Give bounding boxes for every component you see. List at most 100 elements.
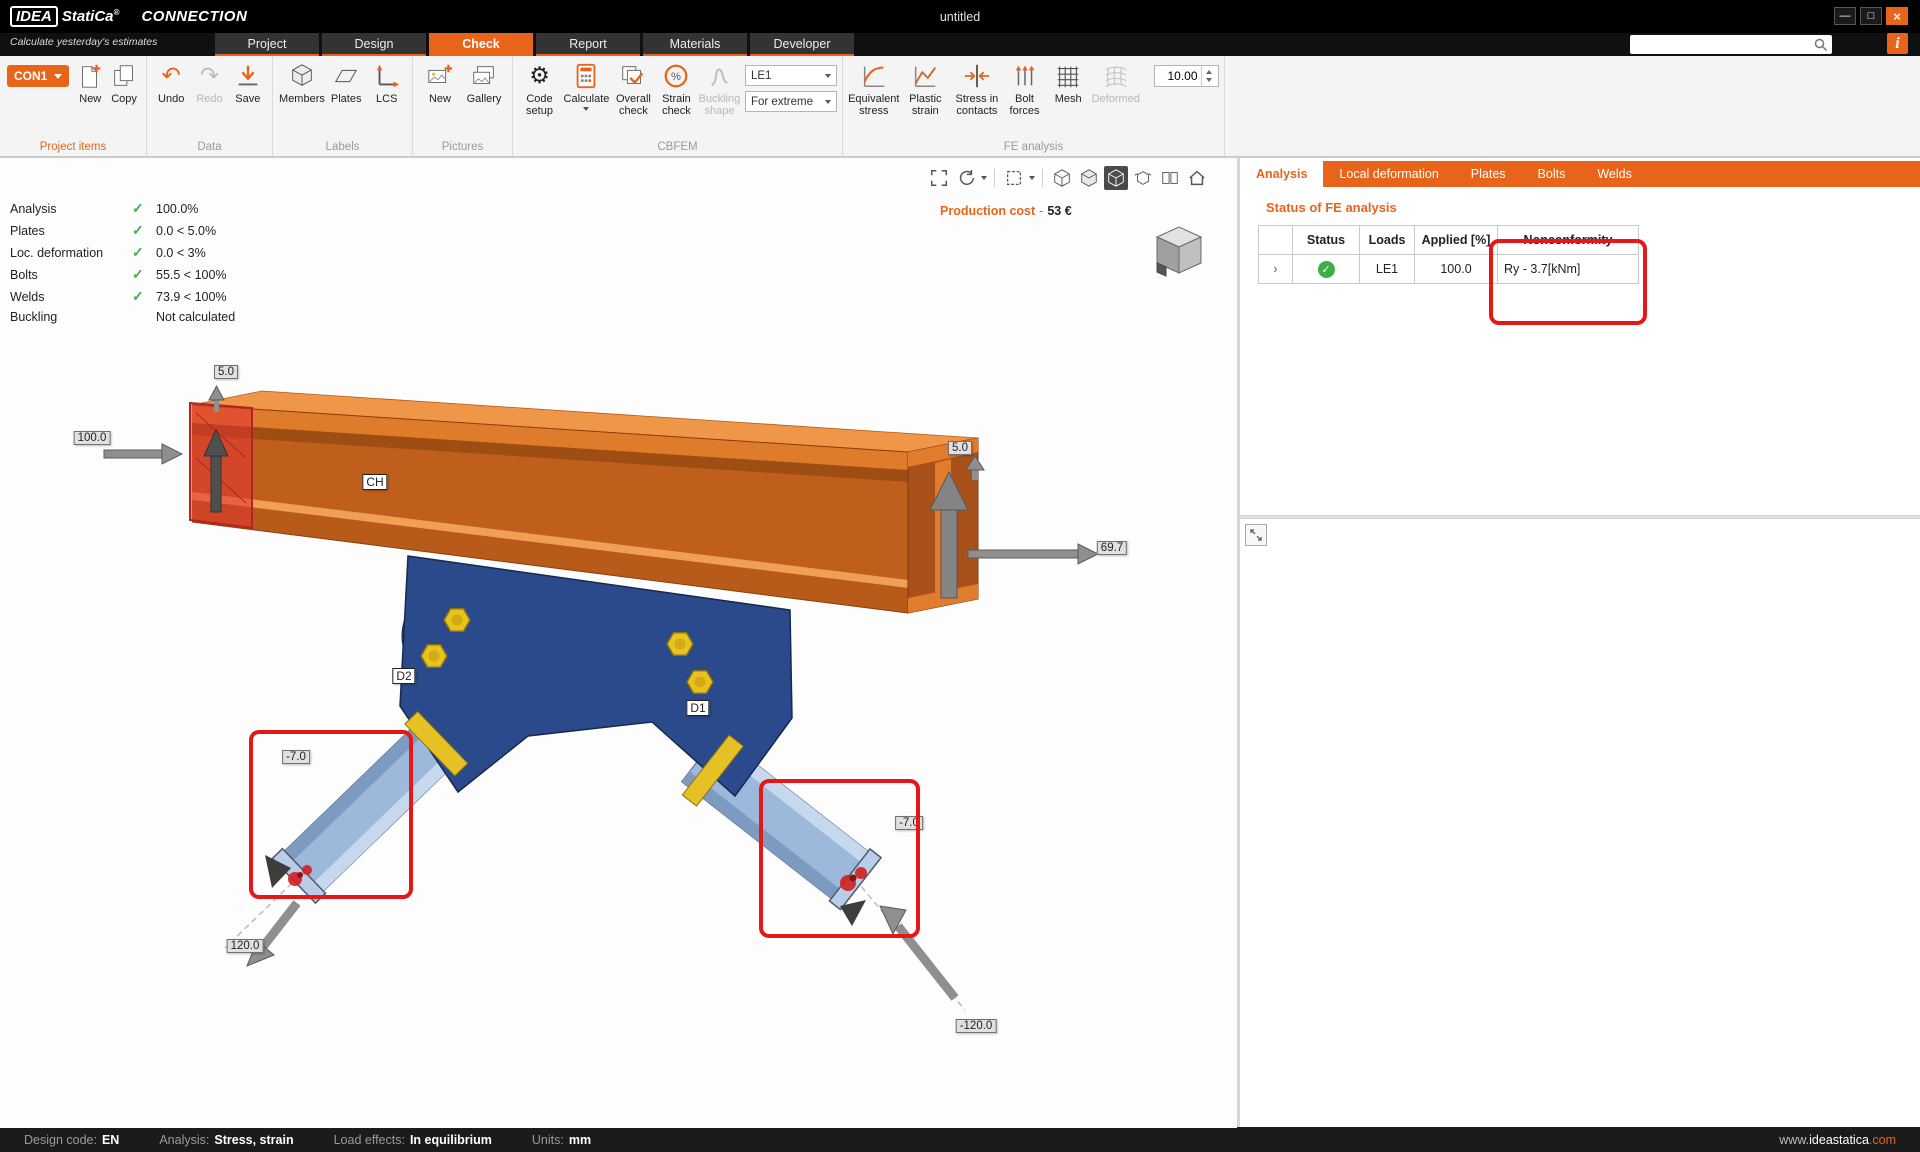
extreme-select[interactable]: For extreme: [745, 91, 837, 112]
load-label: 120.0: [227, 939, 264, 953]
deformed-scale-spinner[interactable]: [1154, 65, 1219, 87]
undo-button[interactable]: ↶ Undo: [152, 56, 190, 105]
toolbar-separator: [1042, 169, 1043, 187]
panel-tab-analysis[interactable]: Analysis: [1240, 161, 1323, 187]
beam-member-ch[interactable]: [192, 391, 978, 613]
new-item-icon: [76, 61, 104, 91]
spinner-arrows[interactable]: [1201, 66, 1216, 86]
tab-design[interactable]: Design: [322, 33, 426, 56]
strain-check-button[interactable]: % Strain check: [655, 56, 698, 117]
check-summary: Analysis✓100.0% Plates✓0.0 < 5.0% Loc. d…: [10, 200, 235, 324]
spin-up-icon[interactable]: [1206, 70, 1212, 74]
unfold-view-icon[interactable]: [1131, 166, 1155, 190]
overall-check-button[interactable]: Overall check: [612, 56, 655, 117]
expander-header: [1259, 226, 1293, 255]
code-setup-button[interactable]: ⚙ Code setup: [518, 56, 561, 117]
search-input[interactable]: [1630, 39, 1813, 51]
home-view-icon[interactable]: [1185, 166, 1209, 190]
design-code-status: Design code:EN: [24, 1133, 119, 1147]
check-ok-icon: ✓: [132, 266, 156, 283]
col-applied: Applied [%]: [1415, 226, 1498, 255]
shaded-view-icon[interactable]: [1104, 166, 1128, 190]
calculate-button[interactable]: Calculate: [561, 56, 612, 111]
check-name: Welds: [10, 290, 132, 304]
check-ok-icon: ✓: [132, 222, 156, 239]
website-link[interactable]: www.ideastatica.com: [1779, 1133, 1896, 1147]
chevron-down-icon: [825, 74, 831, 78]
rotate-view-icon[interactable]: [954, 166, 978, 190]
tab-materials[interactable]: Materials: [643, 33, 747, 56]
equivalent-stress-button[interactable]: Equivalent stress: [848, 56, 900, 117]
maximize-button[interactable]: □: [1860, 7, 1882, 25]
copy-button[interactable]: Copy: [107, 56, 141, 105]
chevron-down-icon: [583, 107, 589, 111]
group-label-fe-analysis: FE analysis: [843, 141, 1224, 153]
group-label-cbfem: CBFEM: [513, 141, 842, 153]
check-ok-icon: ✓: [132, 244, 156, 261]
members-labels-button[interactable]: Members: [278, 56, 326, 105]
fit-view-icon[interactable]: [927, 166, 951, 190]
panel-tab-plates[interactable]: Plates: [1455, 161, 1522, 187]
bolt: [667, 633, 693, 656]
stress-in-contacts-button[interactable]: Stress in contacts: [951, 56, 1003, 117]
chevron-down-icon[interactable]: [1029, 176, 1035, 180]
new-item-button[interactable]: New: [73, 56, 107, 105]
highlight-rect-left-brace: [249, 730, 413, 899]
buckling-shape-button[interactable]: Buckling shape: [698, 56, 741, 117]
close-button[interactable]: ×: [1886, 7, 1908, 25]
check-value: 100.0%: [156, 202, 235, 216]
load-arrow-100: [104, 444, 182, 464]
chevron-down-icon[interactable]: [981, 176, 987, 180]
check-name: Buckling: [10, 310, 132, 324]
check-value: Not calculated: [156, 310, 235, 324]
redo-icon: ↷: [200, 61, 219, 91]
window-controls: — □ ×: [1834, 7, 1908, 25]
panel-tab-local-deformation[interactable]: Local deformation: [1323, 161, 1454, 187]
highlight-rect-right-brace: [759, 779, 920, 938]
bolt: [421, 645, 447, 668]
expand-pane-button[interactable]: [1245, 524, 1267, 546]
applied-cell: 100.0: [1415, 255, 1498, 284]
new-picture-button[interactable]: New: [418, 56, 462, 105]
panel-tab-welds[interactable]: Welds: [1581, 161, 1648, 187]
check-ok-icon: ✓: [132, 200, 156, 217]
mesh-button[interactable]: Mesh: [1046, 56, 1090, 105]
panel-tab-bolts[interactable]: Bolts: [1522, 161, 1582, 187]
plates-labels-button[interactable]: Plates: [326, 56, 367, 105]
split-view-icon[interactable]: [1158, 166, 1182, 190]
section-box-icon[interactable]: [1002, 166, 1026, 190]
results-panel: Analysis Local deformation Plates Bolts …: [1240, 158, 1920, 1127]
scale-input[interactable]: [1155, 66, 1201, 86]
plastic-strain-button[interactable]: Plastic strain: [900, 56, 952, 117]
connection-selector[interactable]: CON1: [7, 65, 69, 87]
redo-button[interactable]: ↷ Redo: [190, 56, 228, 105]
analysis-status-pane: Status of FE analysis Status Loads Appli…: [1240, 187, 1920, 515]
gallery-button[interactable]: Gallery: [462, 56, 506, 105]
3d-viewport[interactable]: 5.0 100.0 5.0 69.7 CH D2 D1 -7.0 -7.0 12…: [0, 158, 1237, 1128]
search-box[interactable]: [1630, 35, 1832, 54]
deformed-button[interactable]: Deformed: [1090, 56, 1142, 105]
view-cube[interactable]: [1146, 220, 1212, 285]
iso-view-icon[interactable]: [1050, 166, 1074, 190]
main-tab-bar: Calculate yesterday's estimates Project …: [0, 33, 1920, 56]
load-case-select[interactable]: LE1: [745, 65, 837, 86]
copy-icon: [110, 61, 138, 91]
document-title: untitled: [940, 10, 980, 24]
bolt-forces-button[interactable]: Bolt forces: [1003, 56, 1047, 117]
check-square-icon: [619, 61, 647, 91]
registered-mark: ®: [114, 8, 120, 17]
ribbon-group-project-items: CON1 New Copy Project items: [0, 56, 147, 156]
info-button[interactable]: i: [1887, 33, 1908, 54]
spin-down-icon[interactable]: [1206, 78, 1212, 82]
save-button[interactable]: Save: [229, 56, 267, 105]
tab-check[interactable]: Check: [429, 33, 533, 56]
contact-arrows-icon: [963, 61, 991, 91]
front-view-icon[interactable]: [1077, 166, 1101, 190]
row-expander[interactable]: ›: [1259, 255, 1293, 284]
tab-report[interactable]: Report: [536, 33, 640, 56]
tab-project[interactable]: Project: [215, 33, 319, 56]
tab-developer[interactable]: Developer: [750, 33, 854, 56]
minimize-button[interactable]: —: [1834, 7, 1856, 25]
idea-logo: IDEA: [10, 6, 58, 27]
lcs-button[interactable]: LCS: [366, 56, 407, 105]
